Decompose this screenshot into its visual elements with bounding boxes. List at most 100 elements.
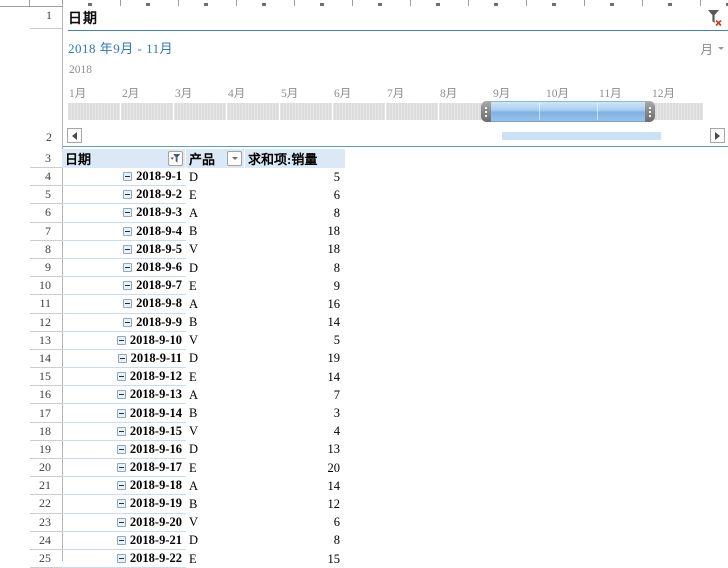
product-cell[interactable]: A xyxy=(186,295,245,313)
row-number[interactable]: 21 xyxy=(30,477,62,496)
value-cell[interactable]: 12 xyxy=(245,495,345,513)
product-cell[interactable]: D xyxy=(186,350,245,368)
row-number[interactable]: 4 xyxy=(30,168,62,187)
row-number[interactable]: 22 xyxy=(30,495,62,514)
product-cell[interactable]: B xyxy=(186,223,245,241)
value-cell[interactable]: 13 xyxy=(245,441,345,459)
date-cell[interactable]: 2018-9-21 xyxy=(62,532,186,550)
value-cell[interactable]: 7 xyxy=(245,386,345,404)
collapse-minus-icon[interactable] xyxy=(123,281,133,291)
product-cell[interactable]: A xyxy=(186,386,245,404)
header-cell-value[interactable]: 求和项:销量 xyxy=(245,149,345,168)
row-number[interactable]: 14 xyxy=(30,350,62,369)
row-number[interactable]: 25 xyxy=(30,550,62,568)
pill-left-handle[interactable] xyxy=(481,101,491,122)
value-cell[interactable]: 18 xyxy=(245,241,345,259)
product-cell[interactable]: B xyxy=(186,495,245,513)
collapse-minus-icon[interactable] xyxy=(123,190,133,200)
value-cell[interactable]: 15 xyxy=(245,550,345,568)
timeline-scroll-left-button[interactable] xyxy=(67,128,82,143)
collapse-minus-icon[interactable] xyxy=(116,517,126,527)
timeline-month-cell[interactable] xyxy=(333,103,385,120)
product-cell[interactable]: D xyxy=(186,532,245,550)
product-cell[interactable]: B xyxy=(186,314,245,332)
date-cell[interactable]: 2018-9-20 xyxy=(62,514,186,532)
date-cell[interactable]: 2018-9-4 xyxy=(62,223,186,241)
row-number[interactable]: 6 xyxy=(30,204,62,223)
pill-right-handle[interactable] xyxy=(645,101,655,122)
collapse-minus-icon[interactable] xyxy=(116,499,126,509)
date-cell[interactable]: 2018-9-3 xyxy=(62,204,186,223)
row-number[interactable]: 11 xyxy=(30,295,62,314)
date-cell[interactable]: 2018-9-10 xyxy=(62,332,186,350)
product-cell[interactable]: A xyxy=(186,204,245,222)
date-cell[interactable]: 2018-9-6 xyxy=(62,259,186,278)
value-cell[interactable]: 20 xyxy=(245,459,345,477)
date-cell[interactable]: 2018-9-2 xyxy=(62,186,186,205)
collapse-minus-icon[interactable] xyxy=(116,390,126,400)
value-cell[interactable]: 5 xyxy=(245,168,345,186)
row-number[interactable]: 17 xyxy=(30,404,62,423)
collapse-minus-icon[interactable] xyxy=(123,172,133,182)
timeline-month-cell[interactable] xyxy=(280,103,332,120)
timeline-selection-pill[interactable] xyxy=(481,101,655,122)
row-number[interactable]: 15 xyxy=(30,368,62,387)
product-cell[interactable]: D xyxy=(186,168,245,186)
row-number[interactable]: 20 xyxy=(30,459,62,478)
product-cell[interactable]: E xyxy=(186,368,245,386)
product-cell[interactable]: E xyxy=(186,459,245,477)
product-dropdown-button[interactable] xyxy=(227,151,242,166)
collapse-minus-icon[interactable] xyxy=(123,263,133,273)
collapse-minus-icon[interactable] xyxy=(123,244,133,254)
value-cell[interactable]: 3 xyxy=(245,404,345,422)
timeline-month-cell[interactable] xyxy=(121,103,173,120)
timeline-scroll-right-button[interactable] xyxy=(710,128,725,143)
value-cell[interactable]: 5 xyxy=(245,332,345,350)
timeline-month-cell[interactable] xyxy=(68,103,120,120)
value-cell[interactable]: 18 xyxy=(245,223,345,241)
value-cell[interactable]: 14 xyxy=(245,477,345,495)
date-cell[interactable]: 2018-9-12 xyxy=(62,368,186,387)
row-number[interactable]: 7 xyxy=(30,223,62,241)
value-cell[interactable]: 4 xyxy=(245,423,345,441)
time-level-dropdown[interactable]: 月 xyxy=(700,39,724,58)
timeline-month-cell[interactable] xyxy=(227,103,279,120)
date-cell[interactable]: 2018-9-9 xyxy=(62,314,186,332)
value-cell[interactable]: 6 xyxy=(245,186,345,204)
row-number[interactable]: 1 xyxy=(26,8,52,22)
collapse-minus-icon[interactable] xyxy=(123,226,133,236)
collapse-minus-icon[interactable] xyxy=(116,444,126,454)
row-number[interactable]: 2 xyxy=(26,130,52,144)
product-cell[interactable]: D xyxy=(186,259,245,277)
product-cell[interactable]: E xyxy=(186,186,245,204)
date-cell[interactable]: 2018-9-5 xyxy=(62,241,186,259)
value-cell[interactable]: 8 xyxy=(245,204,345,222)
timeline-month-cell[interactable] xyxy=(651,103,703,120)
row-number[interactable]: 24 xyxy=(30,532,62,550)
date-cell[interactable]: 2018-9-7 xyxy=(62,277,186,296)
collapse-minus-icon[interactable] xyxy=(116,481,126,491)
row-number[interactable]: 9 xyxy=(30,259,62,278)
date-cell[interactable]: 2018-9-13 xyxy=(62,386,186,405)
product-cell[interactable]: V xyxy=(186,423,245,441)
row-number[interactable]: 18 xyxy=(30,423,62,441)
date-cell[interactable]: 2018-9-11 xyxy=(62,350,186,369)
timeline-scrollbar-thumb[interactable] xyxy=(502,132,661,140)
row-number[interactable]: 19 xyxy=(30,441,62,459)
collapse-minus-icon[interactable] xyxy=(116,463,126,473)
product-cell[interactable]: E xyxy=(186,550,245,568)
row-number[interactable]: 23 xyxy=(30,514,62,532)
row-number[interactable]: 10 xyxy=(30,277,62,296)
value-cell[interactable]: 14 xyxy=(245,314,345,332)
value-cell[interactable]: 6 xyxy=(245,514,345,532)
timeline-month-cell[interactable] xyxy=(386,103,438,120)
date-cell[interactable]: 2018-9-14 xyxy=(62,404,186,423)
product-cell[interactable]: V xyxy=(186,332,245,350)
product-cell[interactable]: B xyxy=(186,404,245,422)
collapse-minus-icon[interactable] xyxy=(123,208,133,218)
collapse-minus-icon[interactable] xyxy=(123,317,133,327)
value-cell[interactable]: 14 xyxy=(245,368,345,386)
product-cell[interactable]: E xyxy=(186,277,245,295)
date-cell[interactable]: 2018-9-16 xyxy=(62,441,186,459)
value-cell[interactable]: 19 xyxy=(245,350,345,368)
